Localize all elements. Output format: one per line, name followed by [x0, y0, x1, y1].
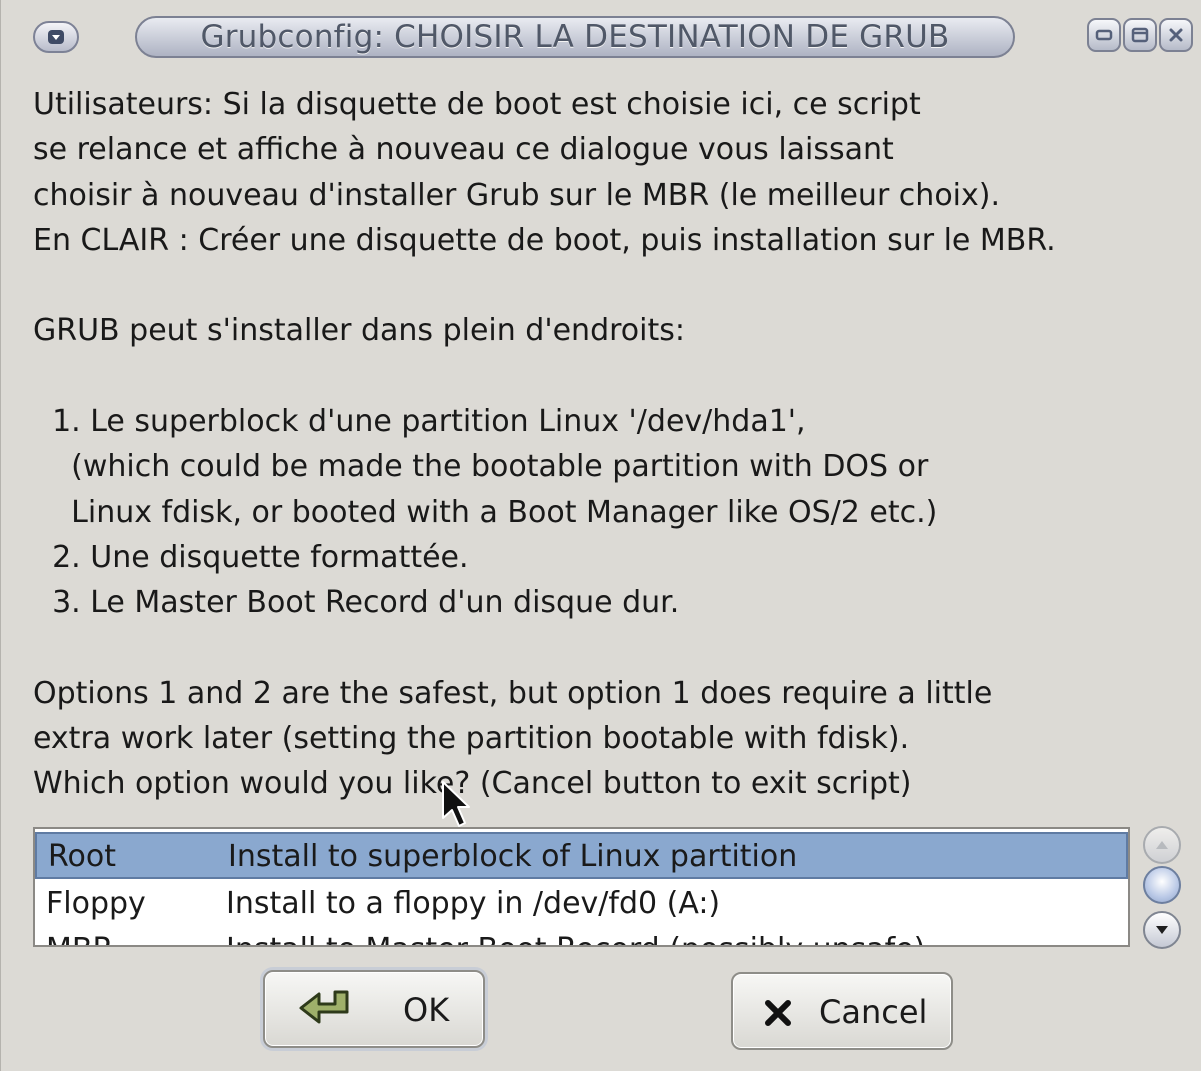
cancel-label: Cancel	[819, 993, 928, 1031]
ok-button[interactable]: OK	[263, 970, 485, 1048]
dialog-window: Grubconfig: CHOISIR LA DESTINATION DE GR…	[0, 0, 1201, 1071]
list-item-mbr[interactable]: MBR Install to Master Boot Record (possi…	[35, 927, 1128, 945]
return-arrow-icon	[299, 990, 349, 1024]
ok-label: OK	[403, 991, 450, 1029]
list-scrollbar[interactable]	[1141, 824, 1185, 952]
minimize-icon	[1095, 29, 1113, 41]
maximize-icon	[1131, 27, 1149, 43]
option-tag: Root	[48, 839, 116, 874]
scroll-up-button[interactable]	[1143, 826, 1181, 864]
mouse-pointer-icon	[442, 781, 470, 827]
list-item-root[interactable]: Root Install to superblock of Linux part…	[35, 832, 1128, 879]
close-icon	[765, 1000, 791, 1026]
down-arrow-icon	[48, 30, 64, 44]
scroll-down-button[interactable]	[1143, 911, 1181, 949]
option-tag: MBR	[46, 927, 113, 945]
minimize-button[interactable]	[1087, 18, 1121, 52]
close-button[interactable]	[1159, 18, 1193, 52]
dialog-message: Utilisateurs: Si la disquette de boot es…	[33, 87, 1056, 802]
list-item-floppy[interactable]: Floppy Install to a floppy in /dev/fd0 (…	[35, 881, 1128, 928]
option-description: Install to a floppy in /dev/fd0 (A:)	[226, 886, 721, 921]
maximize-button[interactable]	[1123, 18, 1157, 52]
option-description: Install to Master Boot Record (possibly …	[226, 927, 925, 945]
window-title: Grubconfig: CHOISIR LA DESTINATION DE GR…	[135, 16, 1015, 58]
cancel-button[interactable]: Cancel	[731, 972, 953, 1050]
title-bar[interactable]: Grubconfig: CHOISIR LA DESTINATION DE GR…	[9, 6, 1199, 66]
options-list[interactable]: Root Install to superblock of Linux part…	[33, 827, 1130, 947]
scroll-thumb[interactable]	[1143, 866, 1181, 904]
window-menu-button[interactable]	[33, 21, 79, 53]
up-arrow-icon	[1156, 841, 1168, 849]
option-description: Install to superblock of Linux partition	[228, 839, 798, 874]
close-icon	[1169, 28, 1183, 42]
down-arrow-icon	[1156, 926, 1168, 934]
option-tag: Floppy	[46, 886, 146, 921]
